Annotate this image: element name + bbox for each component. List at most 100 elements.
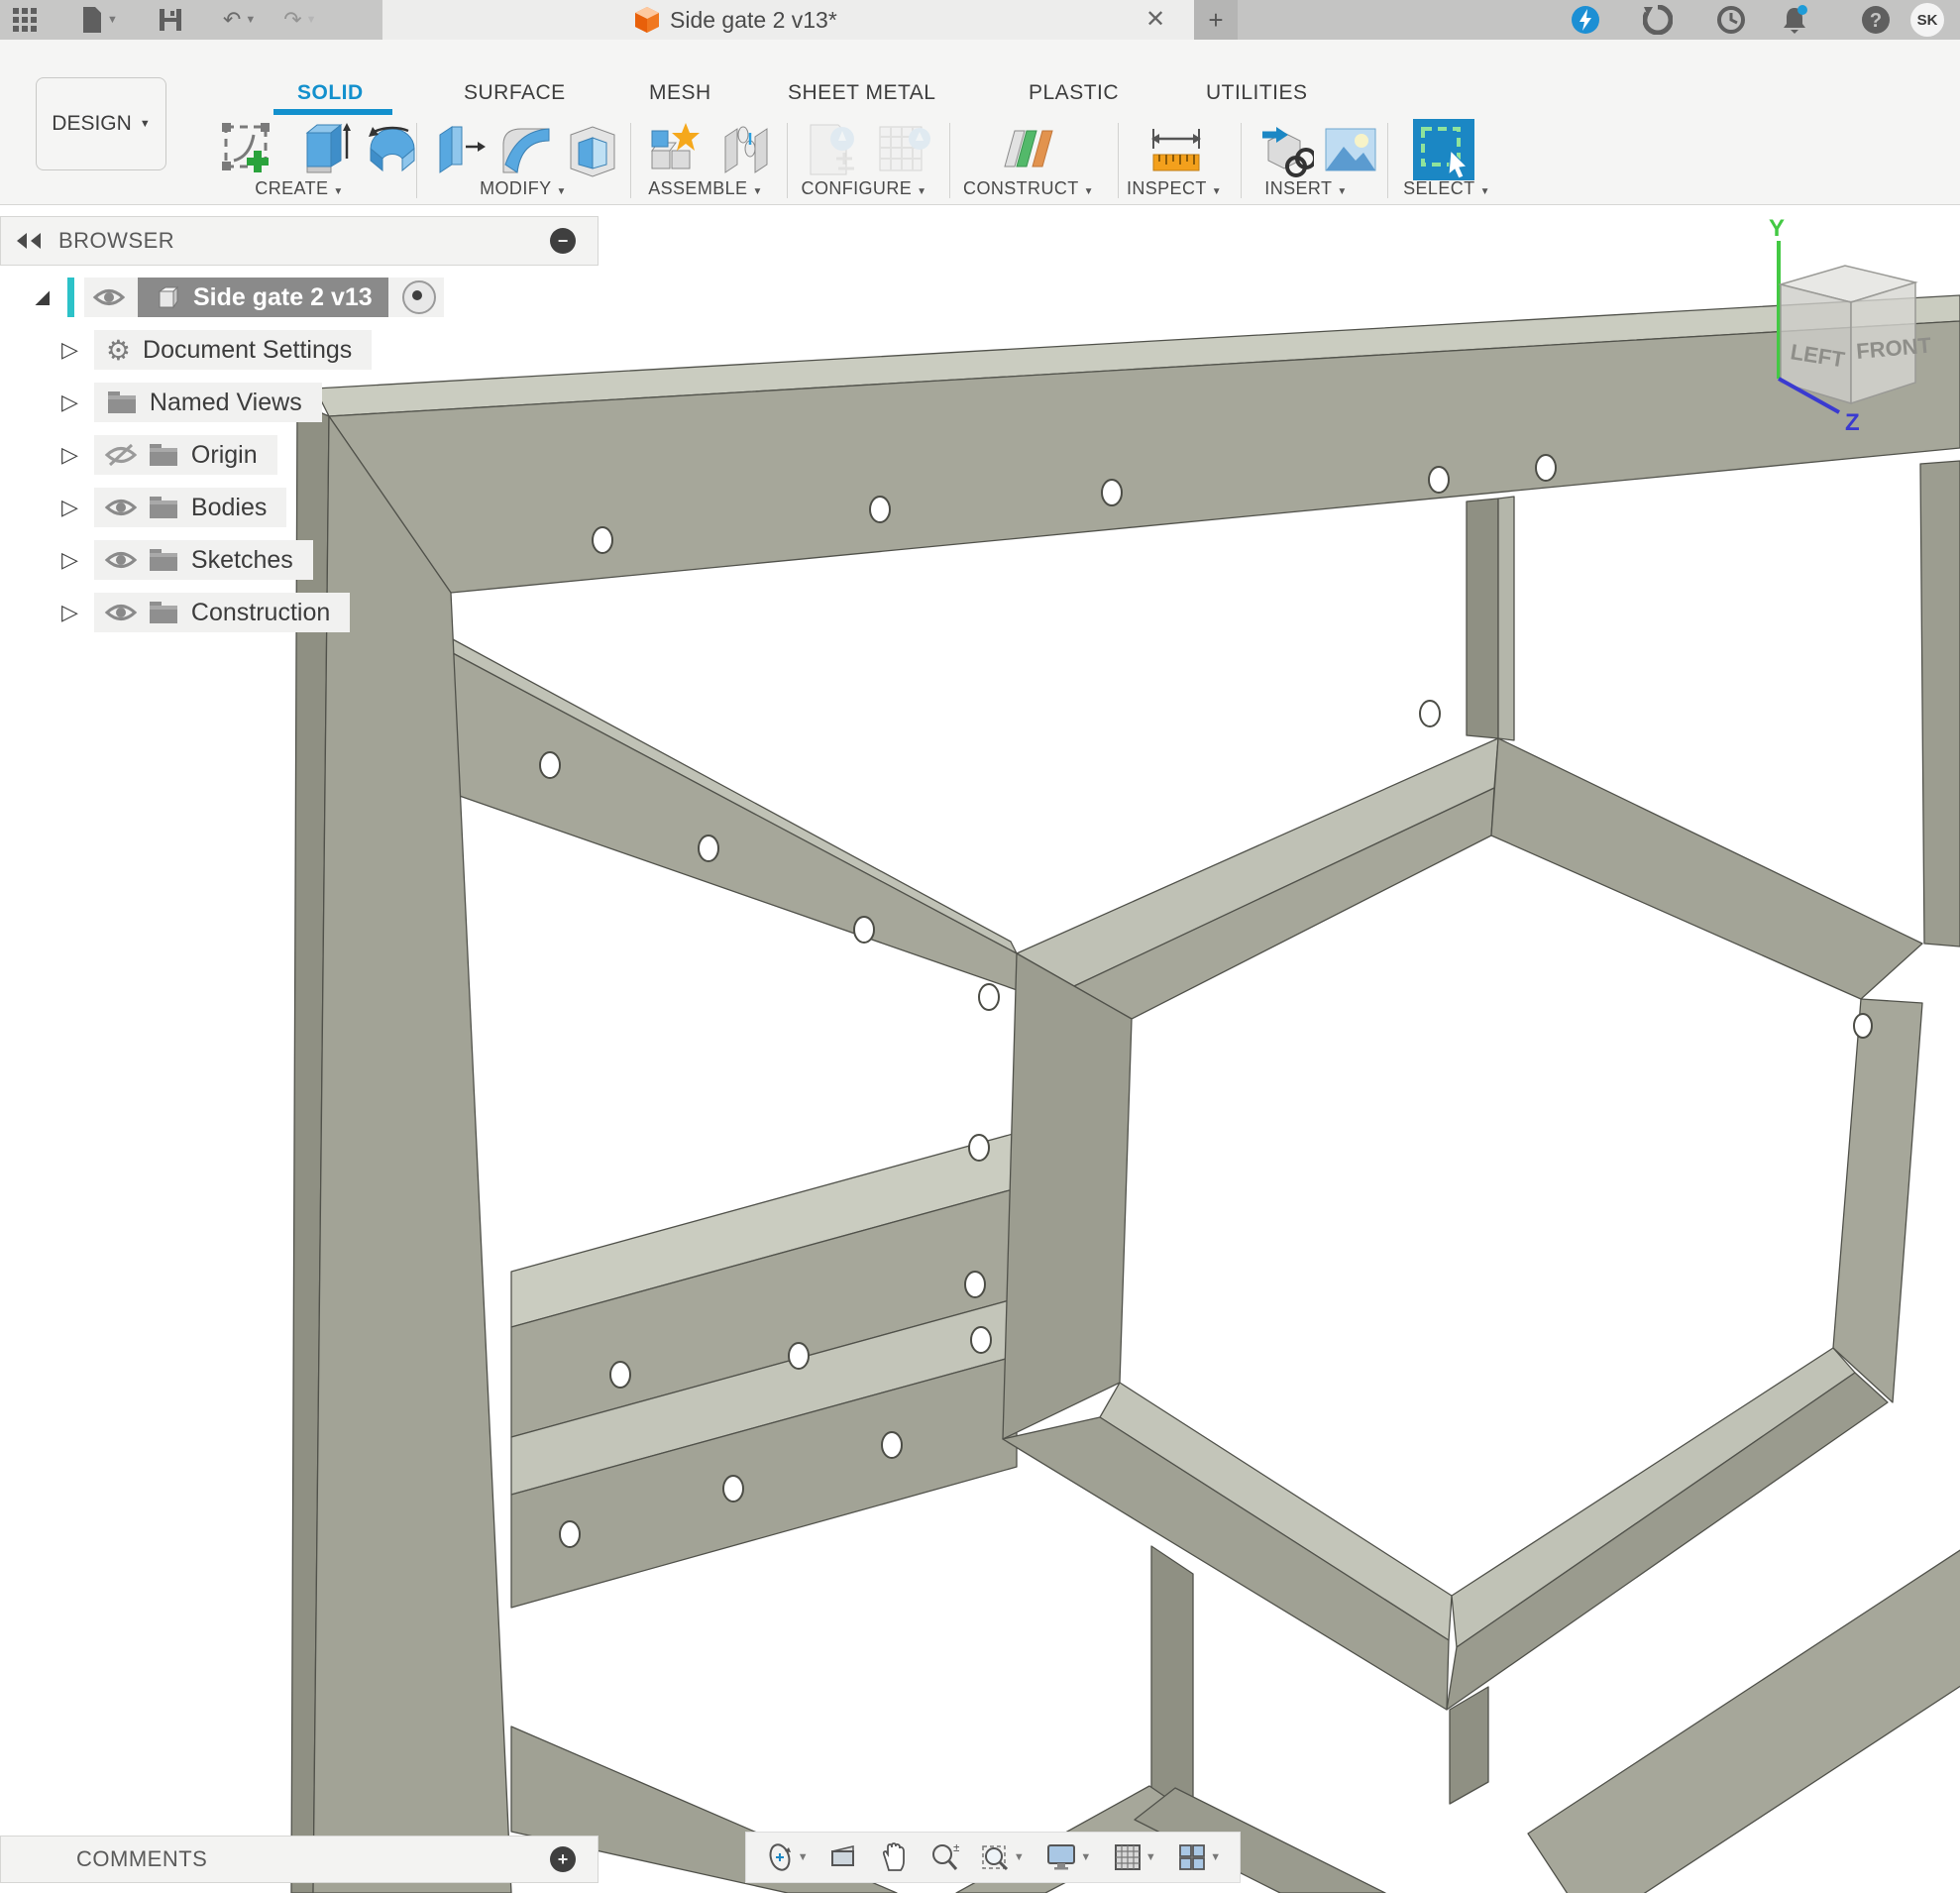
user-avatar[interactable]: SK bbox=[1910, 3, 1944, 37]
browser-minimize-button[interactable]: − bbox=[550, 228, 576, 254]
shell-icon[interactable] bbox=[563, 121, 620, 178]
tree-row-root[interactable]: Side gate 2 v13 bbox=[30, 278, 444, 317]
clock-history-icon[interactable] bbox=[1716, 5, 1746, 35]
group-configure[interactable]: CONFIGURE▼ bbox=[802, 178, 927, 199]
document-tab[interactable]: Side gate 2 v13* bbox=[634, 0, 1050, 40]
canvas-image-icon[interactable] bbox=[1322, 121, 1379, 178]
save-icon[interactable] bbox=[158, 7, 183, 33]
zoom-button[interactable]: ± bbox=[929, 1842, 959, 1872]
gate-mid-rails[interactable] bbox=[511, 1133, 1017, 1608]
gate-top-rail[interactable] bbox=[315, 295, 1960, 593]
root-component-chip[interactable]: Side gate 2 v13 bbox=[138, 278, 388, 317]
group-modify[interactable]: MODIFY▼ bbox=[480, 178, 567, 199]
group-assemble[interactable]: ASSEMBLE▼ bbox=[648, 178, 763, 199]
close-tab-button[interactable]: ✕ bbox=[1140, 4, 1171, 36]
press-pull-icon[interactable] bbox=[432, 121, 490, 178]
group-select[interactable]: SELECT▼ bbox=[1403, 178, 1490, 199]
gate-right-strut[interactable] bbox=[1920, 461, 1960, 946]
eye-visible-icon[interactable] bbox=[104, 493, 138, 522]
extensions-bolt-icon[interactable] bbox=[1571, 5, 1600, 35]
notifications-bell-icon[interactable] bbox=[1780, 5, 1809, 35]
eye-hidden-icon[interactable] bbox=[104, 440, 138, 470]
gate-strut[interactable] bbox=[1467, 497, 1514, 740]
plus-icon: + bbox=[1208, 5, 1223, 36]
group-insert[interactable]: INSERT▼ bbox=[1264, 178, 1347, 199]
tree-row-document-settings[interactable]: ▷ ⚙ Document Settings bbox=[61, 330, 372, 370]
zoom-window-button[interactable]: ▼ bbox=[981, 1842, 1025, 1872]
revolve-icon[interactable] bbox=[363, 121, 420, 178]
tree-row-sketches[interactable]: ▷ Sketches bbox=[61, 540, 313, 580]
tree-row-bodies[interactable]: ▷ Bodies bbox=[61, 488, 286, 527]
tab-sheet-metal[interactable]: SHEET METAL bbox=[788, 81, 935, 105]
expand-chevron-icon[interactable]: ▷ bbox=[61, 600, 78, 625]
joint-icon[interactable] bbox=[717, 121, 775, 178]
measure-icon[interactable] bbox=[1147, 121, 1205, 178]
workspace-label: DESIGN bbox=[52, 112, 132, 136]
configure-icon[interactable] bbox=[803, 121, 860, 178]
tree-row-origin[interactable]: ▷ Origin bbox=[61, 435, 277, 475]
expand-chevron-icon[interactable]: ▷ bbox=[61, 390, 78, 415]
comments-panel[interactable]: COMMENTS + bbox=[0, 1836, 599, 1883]
tree-label: Construction bbox=[185, 599, 344, 627]
add-comment-button[interactable]: + bbox=[550, 1846, 576, 1872]
document-title: Side gate 2 v13* bbox=[670, 7, 837, 34]
fillet-icon[interactable] bbox=[497, 121, 555, 178]
new-component-icon[interactable] bbox=[646, 121, 704, 178]
orbit-button[interactable]: ▼ bbox=[765, 1842, 809, 1872]
new-tab-button[interactable]: + bbox=[1194, 0, 1238, 40]
tab-mesh[interactable]: MESH bbox=[649, 81, 711, 105]
redo-button[interactable]: ↷▼ bbox=[283, 0, 316, 40]
expand-chevron-icon[interactable]: ▷ bbox=[61, 547, 78, 573]
extrude-icon[interactable] bbox=[297, 121, 355, 178]
undo-icon: ↶ bbox=[223, 0, 241, 40]
insert-derive-icon[interactable] bbox=[1256, 121, 1314, 178]
grid-settings-button[interactable]: ▼ bbox=[1113, 1842, 1156, 1872]
viewports-button[interactable]: ▼ bbox=[1177, 1842, 1221, 1872]
group-create[interactable]: CREATE▼ bbox=[255, 178, 343, 199]
folder-icon bbox=[148, 442, 179, 468]
eye-visible-icon[interactable] bbox=[104, 545, 138, 575]
tab-utilities[interactable]: UTILITIES bbox=[1206, 81, 1308, 105]
tab-solid[interactable]: SOLID bbox=[297, 81, 364, 105]
app-grid-icon[interactable] bbox=[12, 7, 38, 33]
eye-visible-icon[interactable] bbox=[92, 282, 126, 312]
create-sketch-icon[interactable] bbox=[220, 121, 277, 178]
configuration-table-icon[interactable] bbox=[876, 121, 933, 178]
help-icon[interactable]: ? bbox=[1861, 5, 1891, 35]
file-menu-button[interactable]: ▼ bbox=[81, 6, 118, 34]
expand-triangle-icon[interactable] bbox=[30, 285, 54, 309]
eye-visible-icon[interactable] bbox=[104, 598, 138, 627]
gate-diagonal-brace[interactable] bbox=[451, 638, 1046, 993]
expand-chevron-icon[interactable]: ▷ bbox=[61, 337, 78, 363]
activate-component-radio[interactable] bbox=[402, 280, 436, 314]
look-at-button[interactable] bbox=[829, 1842, 859, 1872]
expand-chevron-icon[interactable]: ▷ bbox=[61, 495, 78, 520]
gate-hexagon-ring[interactable] bbox=[1003, 738, 1922, 1710]
tree-row-construction[interactable]: ▷ Construction bbox=[61, 593, 350, 632]
zoom-icon: ± bbox=[929, 1842, 959, 1872]
collapse-panel-icon[interactable] bbox=[15, 231, 45, 251]
job-status-icon[interactable] bbox=[1643, 5, 1673, 35]
tree-label: Named Views bbox=[144, 389, 316, 417]
select-icon[interactable] bbox=[1411, 117, 1476, 182]
display-settings-button[interactable]: ▼ bbox=[1045, 1842, 1091, 1872]
file-icon bbox=[81, 6, 103, 34]
svg-text:?: ? bbox=[1870, 10, 1882, 32]
gate-model[interactable] bbox=[291, 295, 1960, 1893]
workspace-selector[interactable]: DESIGN ▼ bbox=[36, 77, 166, 170]
construct-plane-icon[interactable] bbox=[999, 121, 1056, 178]
expand-chevron-icon[interactable]: ▷ bbox=[61, 442, 78, 468]
pan-button[interactable] bbox=[881, 1842, 909, 1872]
pan-hand-icon bbox=[881, 1842, 909, 1872]
tab-surface[interactable]: SURFACE bbox=[464, 81, 566, 105]
group-divider bbox=[416, 123, 417, 198]
group-inspect[interactable]: INSPECT▼ bbox=[1127, 178, 1222, 199]
group-construct[interactable]: CONSTRUCT▼ bbox=[963, 178, 1094, 199]
navigation-toolbar: ▼ ± ▼ ▼ ▼ bbox=[745, 1832, 1241, 1883]
tree-row-named-views[interactable]: ▷ Named Views bbox=[61, 383, 322, 422]
browser-panel-header[interactable]: BROWSER − bbox=[0, 216, 599, 266]
comments-title: COMMENTS bbox=[76, 1846, 207, 1872]
look-at-icon bbox=[829, 1842, 859, 1872]
undo-button[interactable]: ↶▼ bbox=[223, 0, 256, 40]
tab-plastic[interactable]: PLASTIC bbox=[1029, 81, 1119, 105]
